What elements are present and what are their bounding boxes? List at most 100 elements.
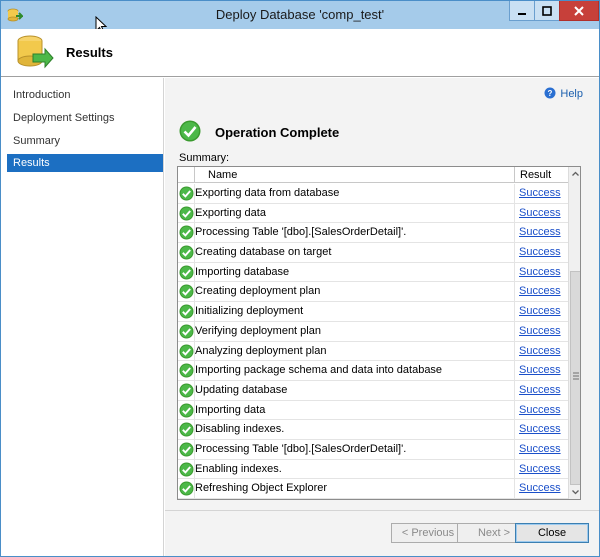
table-row[interactable]: Importing package schema and data into d…: [178, 361, 568, 381]
row-step-name: Processing Table '[dbo].[SalesOrderDetai…: [195, 442, 407, 455]
minimize-button[interactable]: [509, 1, 535, 21]
success-check-icon: [179, 206, 194, 221]
help-icon: ?: [544, 87, 556, 99]
success-check-icon: [179, 462, 194, 477]
scroll-up-icon[interactable]: [569, 167, 581, 181]
success-check-icon: [179, 186, 194, 201]
row-result-link[interactable]: Success: [519, 401, 561, 420]
row-step-name: Disabling indexes.: [195, 423, 285, 436]
close-button[interactable]: Close: [515, 523, 589, 543]
row-result-link[interactable]: Success: [519, 263, 561, 282]
svg-text:?: ?: [548, 89, 553, 98]
column-separator[interactable]: [514, 167, 515, 183]
row-result-link[interactable]: Success: [519, 223, 561, 242]
help-label: Help: [560, 88, 583, 100]
row-result-link[interactable]: Success: [519, 342, 561, 361]
row-result-link[interactable]: Success: [519, 282, 561, 301]
success-check-icon: [179, 304, 194, 319]
row-result-link[interactable]: Success: [519, 361, 561, 380]
scrollbar-thumb[interactable]: [570, 271, 580, 485]
success-check-icon: [179, 225, 194, 240]
row-step-name: Exporting data from database: [195, 187, 340, 199]
table-row[interactable]: Processing Table '[dbo].[SalesOrderDetai…: [178, 223, 568, 244]
deploy-database-window: Deploy Database 'comp_test' Results Intr…: [0, 0, 600, 557]
page-title: Results: [66, 45, 113, 60]
success-check-icon: [179, 265, 194, 280]
table-row[interactable]: Creating deployment plan Success: [178, 282, 568, 303]
row-step-name: Creating deployment plan: [195, 285, 321, 298]
row-step-name: Updating database: [195, 383, 288, 396]
scroll-down-icon[interactable]: [569, 485, 581, 499]
previous-button[interactable]: < Previous: [391, 523, 465, 543]
column-separator[interactable]: [194, 167, 195, 183]
success-check-icon: [179, 245, 194, 260]
table-row[interactable]: Refreshing Object Explorer Success: [178, 479, 568, 499]
success-check-icon: [179, 324, 194, 339]
table-row[interactable]: Initializing deployment Success: [178, 302, 568, 322]
minimize-icon: [518, 12, 526, 15]
success-check-icon: [179, 481, 194, 496]
result-rows: Exporting data from database Success Expor…: [178, 184, 568, 499]
row-result-link[interactable]: Success: [519, 479, 561, 498]
success-check-icon: [179, 363, 194, 378]
column-header-name[interactable]: Name: [208, 167, 237, 183]
sidebar-item-results[interactable]: Results: [7, 154, 163, 172]
row-result-link[interactable]: Success: [519, 322, 561, 341]
results-grid: Name Result Exporting data from database…: [177, 166, 581, 500]
row-step-name: Exporting data: [195, 206, 266, 219]
column-header-result[interactable]: Result: [520, 167, 551, 183]
maximize-icon: [542, 5, 552, 16]
success-check-icon: [179, 422, 194, 437]
help-link[interactable]: ? Help: [544, 86, 583, 102]
table-row[interactable]: Disabling indexes. Success: [178, 420, 568, 440]
row-result-link[interactable]: Success: [519, 243, 561, 262]
close-window-button[interactable]: [559, 1, 599, 21]
row-step-name: Importing data: [195, 403, 266, 416]
close-icon: [574, 5, 584, 16]
grid-vertical-scrollbar[interactable]: [568, 167, 581, 499]
maximize-button[interactable]: [534, 1, 560, 21]
operation-status-title: Operation Complete: [215, 125, 340, 140]
sidebar-item-summary[interactable]: Summary: [7, 132, 163, 150]
row-step-name: Refreshing Object Explorer: [195, 482, 328, 495]
table-row[interactable]: Exporting data from database Success: [178, 184, 568, 204]
title-bar[interactable]: Deploy Database 'comp_test': [1, 1, 599, 34]
row-result-link[interactable]: Success: [519, 302, 561, 321]
sidebar-item-introduction[interactable]: Introduction: [7, 86, 163, 104]
row-result-link[interactable]: Success: [519, 420, 561, 439]
row-step-name: Analyzing deployment plan: [195, 344, 327, 357]
table-row[interactable]: Importing data Success: [178, 401, 568, 421]
table-row[interactable]: Enabling indexes. Success: [178, 460, 568, 480]
row-step-name: Creating database on target: [195, 246, 332, 259]
success-check-icon: [179, 120, 201, 142]
wizard-header: Results: [1, 29, 599, 77]
table-row[interactable]: Creating database on target Success: [178, 243, 568, 263]
wizard-sidebar: Introduction Deployment Settings Summary…: [1, 78, 164, 556]
row-result-link[interactable]: Success: [519, 440, 561, 459]
table-row[interactable]: Verifying deployment plan Success: [178, 322, 568, 342]
row-result-link[interactable]: Success: [519, 204, 561, 223]
success-check-icon: [179, 344, 194, 358]
row-step-name: Importing package schema and data into d…: [195, 364, 443, 377]
row-step-name: Processing Table '[dbo].[SalesOrderDetai…: [195, 226, 407, 239]
grid-header: Name Result: [178, 167, 568, 183]
row-step-name: Verifying deployment plan: [195, 324, 321, 337]
row-result-link[interactable]: Success: [519, 381, 561, 400]
row-result-link[interactable]: Success: [519, 460, 561, 479]
sidebar-item-deployment-settings[interactable]: Deployment Settings: [7, 109, 163, 127]
success-check-icon: [179, 284, 194, 299]
scroll-grip-icon: [573, 372, 579, 380]
table-row[interactable]: Exporting data Success: [178, 204, 568, 224]
summary-label: Summary:: [179, 152, 230, 164]
row-step-name: Initializing deployment: [195, 305, 304, 318]
table-row[interactable]: Analyzing deployment plan Success: [178, 342, 568, 362]
row-step-name: Importing database: [195, 265, 290, 278]
table-row[interactable]: Processing Table '[dbo].[SalesOrderDetai…: [178, 440, 568, 460]
row-step-name: Enabling indexes.: [195, 462, 282, 475]
footer-divider: [165, 510, 599, 511]
table-row[interactable]: Updating database Success: [178, 381, 568, 401]
table-row[interactable]: Importing database Success: [178, 263, 568, 283]
row-result-link[interactable]: Success: [519, 184, 561, 203]
success-check-icon: [179, 403, 194, 418]
success-check-icon: [179, 442, 194, 457]
